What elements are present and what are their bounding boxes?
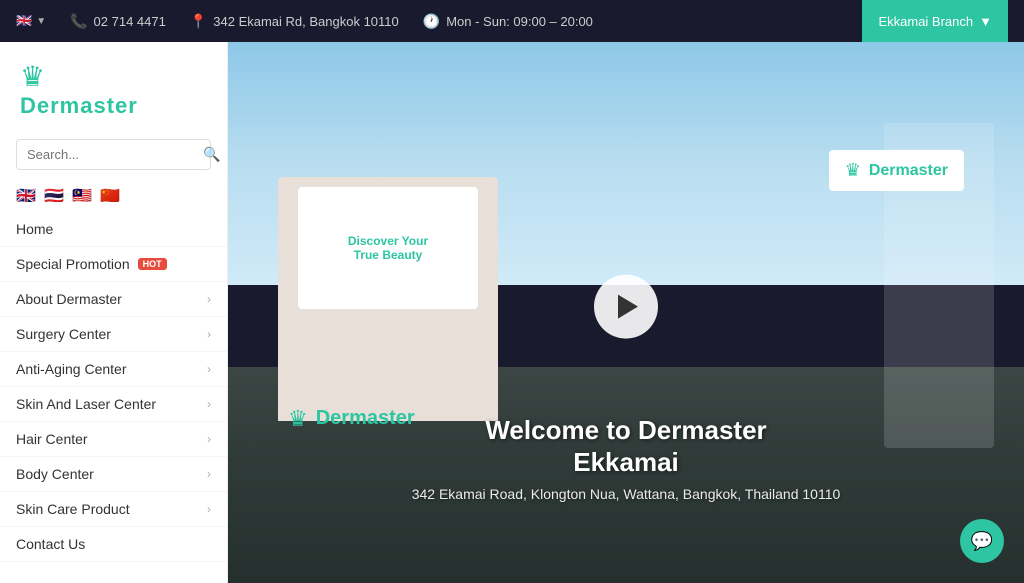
line-icon[interactable]: ✉ [130,574,158,583]
branch-button[interactable]: Ekkamai Branch ▼ [862,0,1008,42]
flag-cn[interactable]: 🇨🇳 [100,186,122,202]
flag-ms[interactable]: 🇲🇾 [72,186,94,202]
dermaster-sign: ♛ Dermaster [829,150,964,191]
nav-item-label: Hair Center [16,431,88,447]
play-icon [618,294,638,318]
flag-uk: 🇬🇧 [16,13,32,29]
nav-arrow-icon: › [207,502,211,516]
phone-icon: 📞 [70,13,87,30]
flag-th[interactable]: 🇹🇭 [44,186,66,202]
nav-arrow-icon: › [207,327,211,341]
sidebar-item-special-promotion[interactable]: Special Promotion HOT [0,247,227,282]
bottom-crown-icon: ♛ [288,406,308,432]
nav-item-label: Contact Us [16,536,85,552]
youtube-icon[interactable]: ▶ [92,574,120,583]
search-icon[interactable]: 🔍 [203,146,220,163]
sidebar-item-skin-and-laser-center[interactable]: Skin And Laser Center › [0,387,227,422]
nav-item-label: Home [16,221,53,237]
search-box[interactable]: 🔍 [16,139,211,170]
nav-item-label: Anti-Aging Center [16,361,127,377]
top-bar: 🇬🇧 ▼ 📞 02 714 4471 📍 342 Ekamai Rd, Bang… [0,0,1024,42]
sidebar-item-about-dermaster[interactable]: About Dermaster › [0,282,227,317]
language-selector[interactable]: 🇬🇧 ▼ [16,13,46,29]
nav-item-label: About Dermaster [16,291,122,307]
sign-crown-icon: ♛ [845,160,861,181]
hero-address: 342 Ekamai Road, Klongton Nua, Wattana, … [308,486,945,502]
sidebar-item-body-center[interactable]: Body Center › [0,457,227,492]
nav-item-label: Surgery Center [16,326,111,342]
hot-badge: HOT [138,258,167,270]
sidebar-item-skin-care-product[interactable]: Skin Care Product › [0,492,227,527]
phone-info: 📞 02 714 4471 [70,13,166,30]
sidebar-item-surgery-center[interactable]: Surgery Center › [0,317,227,352]
location-icon: 📍 [190,13,207,30]
sidebar-item-contact-us[interactable]: Contact Us [0,527,227,562]
sidebar-item-home[interactable]: Home [0,212,227,247]
nav-item-label: Skin Care Product [16,501,130,517]
instagram-icon[interactable]: ◎ [54,574,82,583]
nav-item-label: Skin And Laser Center [16,396,156,412]
nav-item-label: Body Center [16,466,94,482]
sidebar-item-anti-aging-center[interactable]: Anti-Aging Center › [0,352,227,387]
phone-number: 02 714 4471 [94,14,166,29]
hours-text: Mon - Sun: 09:00 – 20:00 [446,14,593,29]
nav-arrow-icon: › [207,362,211,376]
address-text: 342 Ekamai Rd, Bangkok 10110 [213,14,399,29]
hours-info: 🕐 Mon - Sun: 09:00 – 20:00 [423,13,593,30]
hero-title: Welcome to Dermaster Ekkamai [308,415,945,477]
language-flags: 🇬🇧 🇹🇭 🇲🇾 🇨🇳 [0,182,227,212]
nav-menu: Home Special Promotion HOT About Dermaster ›… [0,212,227,562]
sign-text: Dermaster [869,162,948,180]
facebook-icon[interactable]: f [16,574,44,583]
address-info: 📍 342 Ekamai Rd, Bangkok 10110 [190,13,399,30]
nav-arrow-icon: › [207,292,211,306]
nav-arrow-icon: › [207,397,211,411]
clock-icon: 🕐 [423,13,440,30]
nav-item-label: Special Promotion [16,256,130,272]
hero-welcome-line1: Welcome to Dermaster [485,415,766,445]
nav-arrow-icon: › [207,432,211,446]
branch-label: Ekkamai Branch [878,14,973,29]
sidebar-item-hair-center[interactable]: Hair Center › [0,422,227,457]
search-input[interactable] [27,147,203,162]
social-links: f ◎ ▶ ✉ [0,562,227,583]
branch-chevron-icon: ▼ [979,14,992,29]
chat-icon: 💬 [971,531,993,552]
logo-crown-icon: ♛ [20,60,207,93]
logo-area: ♛ Dermaster [0,42,227,131]
sidebar: ♛ Dermaster 🔍 🇬🇧 🇹🇭 🇲🇾 🇨🇳 Home Special Pr… [0,42,228,583]
hero-building: Discover Your True Beauty [278,177,498,420]
chevron-down-icon: ▼ [36,16,46,27]
hero-welcome-line2: Ekkamai [573,447,679,477]
hero-section: Discover Your True Beauty ♛ Dermaster ♛ … [228,42,1024,583]
flag-en[interactable]: 🇬🇧 [16,186,38,202]
hero-building-sign: Discover Your True Beauty [298,187,478,309]
logo-text: Dermaster [20,93,138,118]
main-area: ♛ Dermaster 🔍 🇬🇧 🇹🇭 🇲🇾 🇨🇳 Home Special Pr… [0,42,1024,583]
play-button[interactable] [594,274,658,338]
hero-text-overlay: Welcome to Dermaster Ekkamai 342 Ekamai … [308,415,945,501]
chat-button[interactable]: 💬 [960,519,1004,563]
nav-arrow-icon: › [207,467,211,481]
